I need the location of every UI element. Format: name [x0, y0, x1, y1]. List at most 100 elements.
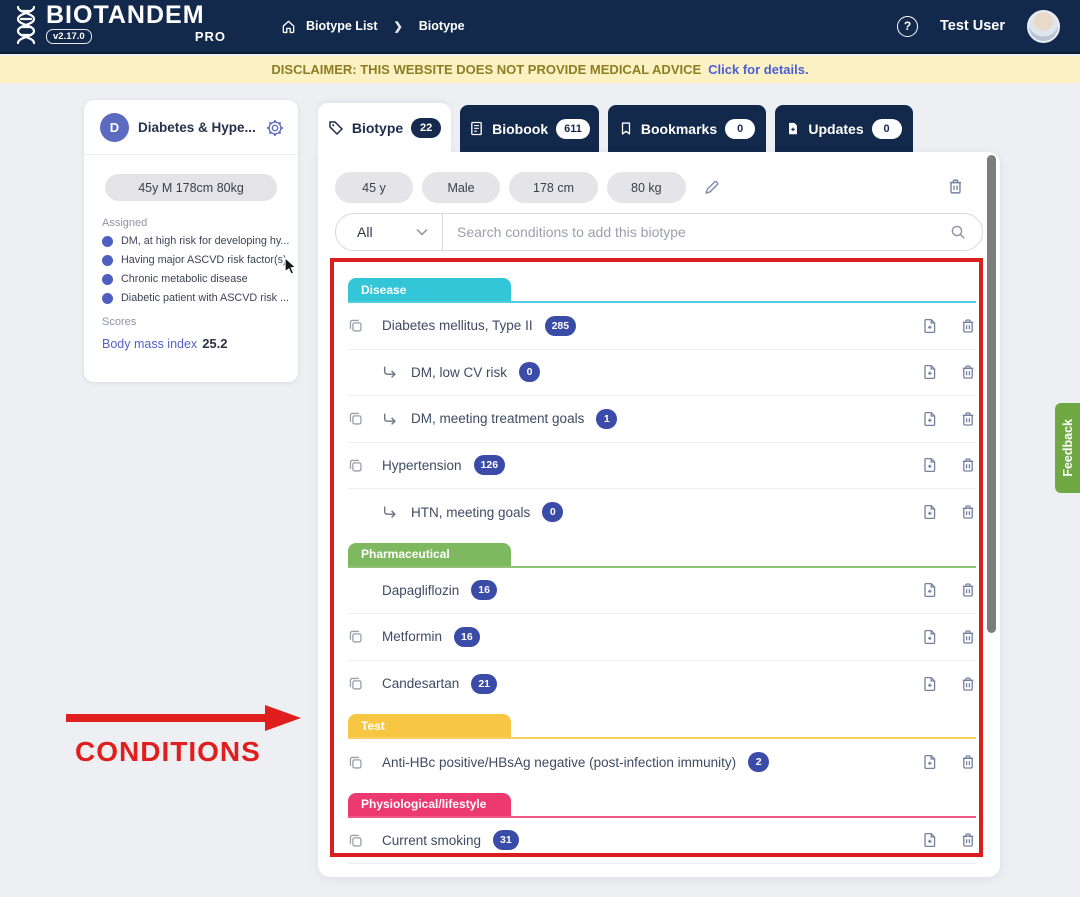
file-plus-icon[interactable]	[922, 364, 938, 380]
condition-row: DM, low CV risk 0	[348, 350, 976, 397]
file-plus-icon[interactable]	[922, 629, 938, 645]
section-underline	[348, 816, 976, 818]
edit-pencil-icon[interactable]	[703, 179, 720, 196]
condition-count-badge: 126	[474, 455, 506, 475]
tab-bookmarks[interactable]: Bookmarks 0	[608, 105, 766, 152]
condition-row: Current smoking 31	[348, 818, 976, 865]
assigned-item: Chronic metabolic disease	[102, 273, 286, 285]
trash-icon[interactable]	[960, 504, 976, 520]
trash-icon[interactable]	[947, 178, 964, 195]
disclaimer-text: DISCLAIMER: THIS WEBSITE DOES NOT PROVID…	[271, 62, 701, 77]
user-avatar[interactable]	[1027, 10, 1060, 43]
tag-icon	[328, 120, 344, 136]
bullet-dot-icon	[102, 274, 113, 285]
filter-pill-sex[interactable]: Male	[422, 172, 500, 203]
vertical-scrollbar[interactable]	[987, 155, 996, 633]
biotype-avatar: D	[100, 113, 129, 142]
section-physiological-lifestyle: Physiological/lifestyle Current smoking …	[348, 793, 976, 878]
version-badge: v2.17.0	[46, 29, 92, 44]
file-plus-icon[interactable]	[922, 582, 938, 598]
copy-icon[interactable]	[348, 755, 367, 770]
copy-icon[interactable]	[348, 458, 367, 473]
scores-label: Scores	[102, 316, 298, 328]
condition-row: DM, meeting treatment goals 1	[348, 396, 976, 443]
disclaimer-details-link[interactable]: Click for details.	[708, 62, 808, 77]
condition-label: Diabetes mellitus, Type II	[382, 318, 533, 333]
bookmark-icon	[619, 121, 633, 136]
section-header: Test	[348, 714, 511, 737]
copy-icon[interactable]	[348, 833, 367, 848]
biotype-panel: 45 y Male 178 cm 80 kg All	[318, 152, 1000, 877]
section-pharmaceutical: Pharmaceutical Dapagliflozin 16 Metformi…	[348, 543, 976, 708]
child-arrow-icon	[382, 412, 400, 426]
search-icon[interactable]	[950, 224, 966, 240]
trash-icon[interactable]	[960, 676, 976, 692]
condition-count-badge: 1	[596, 409, 617, 429]
trash-icon[interactable]	[960, 318, 976, 334]
file-plus-icon[interactable]	[922, 457, 938, 473]
assigned-item: Diabetic patient with ASCVD risk ...	[102, 292, 286, 304]
condition-row: Diabetes mellitus, Type II 285	[348, 303, 976, 350]
bullet-dot-icon	[102, 236, 113, 247]
filter-pill-age[interactable]: 45 y	[335, 172, 413, 203]
copy-icon[interactable]	[348, 318, 367, 333]
trash-icon[interactable]	[960, 364, 976, 380]
dna-logo-icon	[12, 5, 40, 50]
user-name: Test User	[940, 18, 1005, 34]
tab-updates[interactable]: Updates 0	[775, 105, 913, 152]
file-icon	[786, 121, 800, 136]
filter-pill-weight[interactable]: 80 kg	[607, 172, 686, 203]
trash-icon[interactable]	[960, 832, 976, 848]
conditions-list: Disease Diabetes mellitus, Type II 285 D…	[348, 278, 976, 877]
app-root: BIOTANDEM v2.17.0 PRO Biotype List ❯ Bio…	[0, 0, 1080, 897]
copy-icon[interactable]	[348, 676, 367, 691]
file-plus-icon[interactable]	[922, 676, 938, 692]
home-icon[interactable]	[281, 19, 296, 34]
file-plus-icon[interactable]	[922, 504, 938, 520]
condition-count-badge: 21	[471, 674, 497, 694]
chevron-down-icon	[416, 228, 428, 236]
condition-count-badge: 0	[542, 502, 563, 522]
condition-count-badge: 16	[471, 580, 497, 600]
section-header: Pharmaceutical	[348, 543, 511, 566]
condition-label: Hypertension	[382, 458, 462, 473]
breadcrumb-biotype-list[interactable]: Biotype List	[306, 19, 378, 33]
file-plus-icon[interactable]	[922, 411, 938, 427]
trash-icon[interactable]	[960, 629, 976, 645]
condition-label: Current smoking	[382, 833, 481, 848]
section-underline	[348, 301, 976, 303]
body-mass-index-link[interactable]: Body mass index	[102, 337, 197, 351]
feedback-button[interactable]: Feedback	[1055, 403, 1080, 493]
filter-pill-height[interactable]: 178 cm	[509, 172, 598, 203]
file-plus-icon[interactable]	[922, 318, 938, 334]
brand-name: BIOTANDEM	[46, 2, 226, 28]
condition-label: Anti-HBc positive/HBsAg negative (post-i…	[382, 755, 736, 770]
condition-count-badge: 285	[545, 316, 577, 336]
top-navigation-bar: BIOTANDEM v2.17.0 PRO Biotype List ❯ Bio…	[0, 0, 1080, 54]
help-icon[interactable]: ?	[897, 16, 918, 37]
trash-icon[interactable]	[960, 754, 976, 770]
condition-label: DM, low CV risk	[411, 365, 507, 380]
trash-icon[interactable]	[960, 411, 976, 427]
brand-logo[interactable]: BIOTANDEM v2.17.0 PRO	[12, 2, 226, 50]
tab-biotype[interactable]: Biotype 22	[318, 103, 451, 153]
copy-icon[interactable]	[348, 411, 367, 426]
file-plus-icon[interactable]	[922, 754, 938, 770]
child-arrow-icon	[382, 365, 400, 379]
condition-row: Candesartan 21	[348, 661, 976, 708]
copy-icon[interactable]	[348, 629, 367, 644]
breadcrumb-chevron-icon: ❯	[388, 20, 409, 33]
pro-label: PRO	[195, 29, 226, 44]
search-filter-dropdown[interactable]: All	[336, 214, 443, 250]
search-input[interactable]	[443, 224, 950, 240]
condition-row: HTN, meeting goals 0	[348, 489, 976, 536]
body-mass-index-value: 25.2	[202, 336, 227, 351]
file-plus-icon[interactable]	[922, 832, 938, 848]
assigned-item: DM, at high risk for developing hy...	[102, 235, 286, 247]
trash-icon[interactable]	[960, 582, 976, 598]
gear-icon[interactable]	[266, 119, 284, 137]
condition-search-bar: All	[335, 213, 983, 251]
condition-row: <20 pack-years of smoking 2	[348, 864, 976, 877]
tab-biobook[interactable]: Biobook 611	[460, 105, 599, 152]
trash-icon[interactable]	[960, 457, 976, 473]
